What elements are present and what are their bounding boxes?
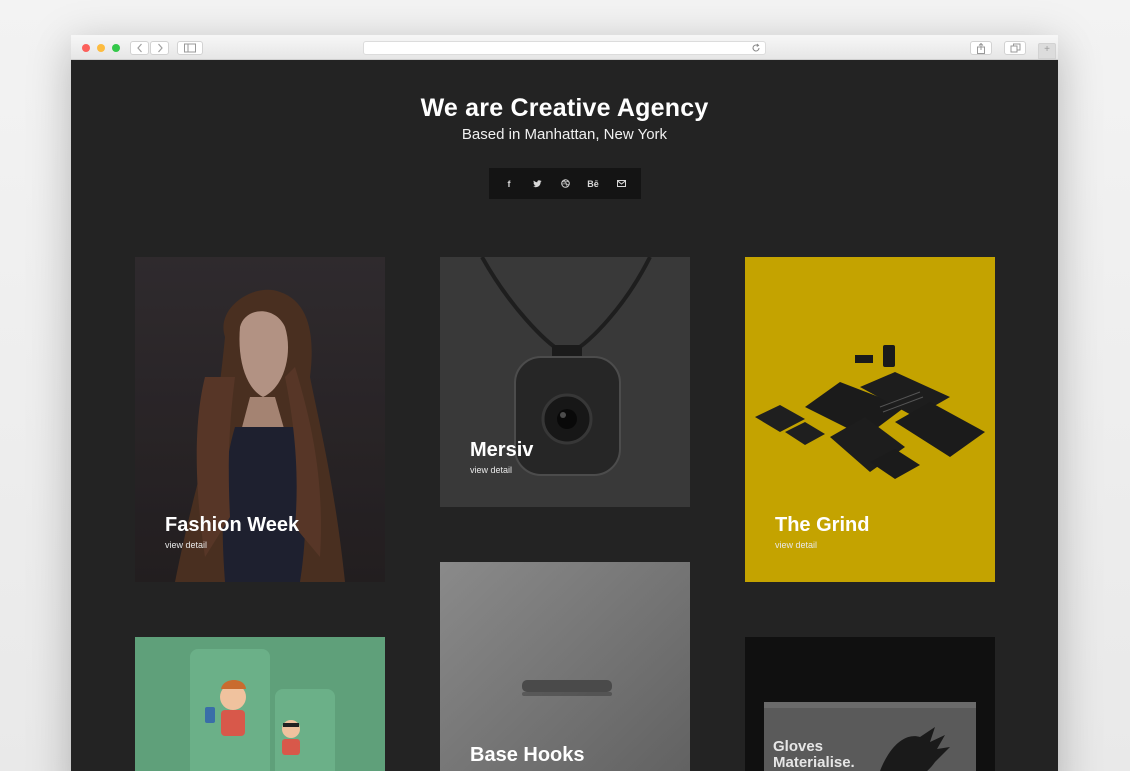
portfolio-card-fashion-week[interactable]: Fashion Week view detail bbox=[135, 257, 385, 582]
zoom-window-button[interactable] bbox=[112, 44, 120, 52]
wall-hook-image bbox=[440, 562, 690, 771]
tabs-button[interactable] bbox=[1004, 41, 1026, 55]
portfolio-card-the-grind[interactable]: The Grind view detail bbox=[745, 257, 995, 582]
page-content: We are Creative Agency Based in Manhatta… bbox=[71, 60, 1058, 771]
reload-icon[interactable] bbox=[751, 43, 761, 53]
view-detail-link[interactable]: view detail bbox=[165, 540, 207, 550]
back-button[interactable] bbox=[130, 41, 149, 55]
address-bar[interactable] bbox=[363, 41, 766, 55]
mail-icon[interactable] bbox=[614, 180, 628, 187]
new-tab-icon: + bbox=[1044, 44, 1050, 55]
portfolio-card-gloves[interactable]: Gloves Materialise. bbox=[745, 637, 995, 771]
dribbble-icon[interactable] bbox=[558, 179, 572, 188]
forward-arrow-icon bbox=[157, 43, 163, 53]
browser-toolbar: + bbox=[71, 35, 1058, 60]
portfolio-card-app-illustration[interactable] bbox=[135, 637, 385, 771]
card-title: Mersiv bbox=[470, 439, 534, 461]
minimize-window-button[interactable] bbox=[97, 44, 105, 52]
browser-window: + We are Creative Agency Based in Manhat… bbox=[71, 35, 1058, 771]
share-button[interactable] bbox=[970, 41, 992, 55]
card-title: The Grind bbox=[775, 514, 870, 536]
share-icon bbox=[977, 43, 985, 54]
facebook-icon[interactable]: f bbox=[502, 179, 516, 189]
app-illustration-image bbox=[135, 637, 385, 771]
page-title: We are Creative Agency bbox=[420, 94, 709, 122]
view-detail-link[interactable]: view detail bbox=[775, 540, 817, 550]
portfolio-card-base-hooks[interactable]: Base Hooks bbox=[440, 562, 690, 771]
page-subtitle: Based in Manhattan, New York bbox=[461, 126, 668, 143]
sidebar-button[interactable] bbox=[177, 41, 203, 55]
card-title: Base Hooks bbox=[470, 744, 585, 766]
forward-button[interactable] bbox=[150, 41, 169, 55]
behance-icon[interactable]: Bē bbox=[586, 179, 600, 189]
new-tab-button[interactable]: + bbox=[1038, 43, 1056, 59]
tabs-icon bbox=[1010, 43, 1020, 53]
close-window-button[interactable] bbox=[82, 44, 90, 52]
sidebar-icon bbox=[184, 43, 196, 53]
view-detail-link[interactable]: view detail bbox=[470, 465, 512, 475]
back-arrow-icon bbox=[136, 43, 142, 53]
twitter-icon[interactable] bbox=[530, 179, 544, 188]
portfolio-card-mersiv[interactable]: Mersiv view detail bbox=[440, 257, 690, 507]
mockup-headline: Gloves Materialise. bbox=[773, 738, 855, 771]
social-links: f Bē bbox=[489, 168, 641, 199]
card-title: Fashion Week bbox=[165, 514, 300, 536]
